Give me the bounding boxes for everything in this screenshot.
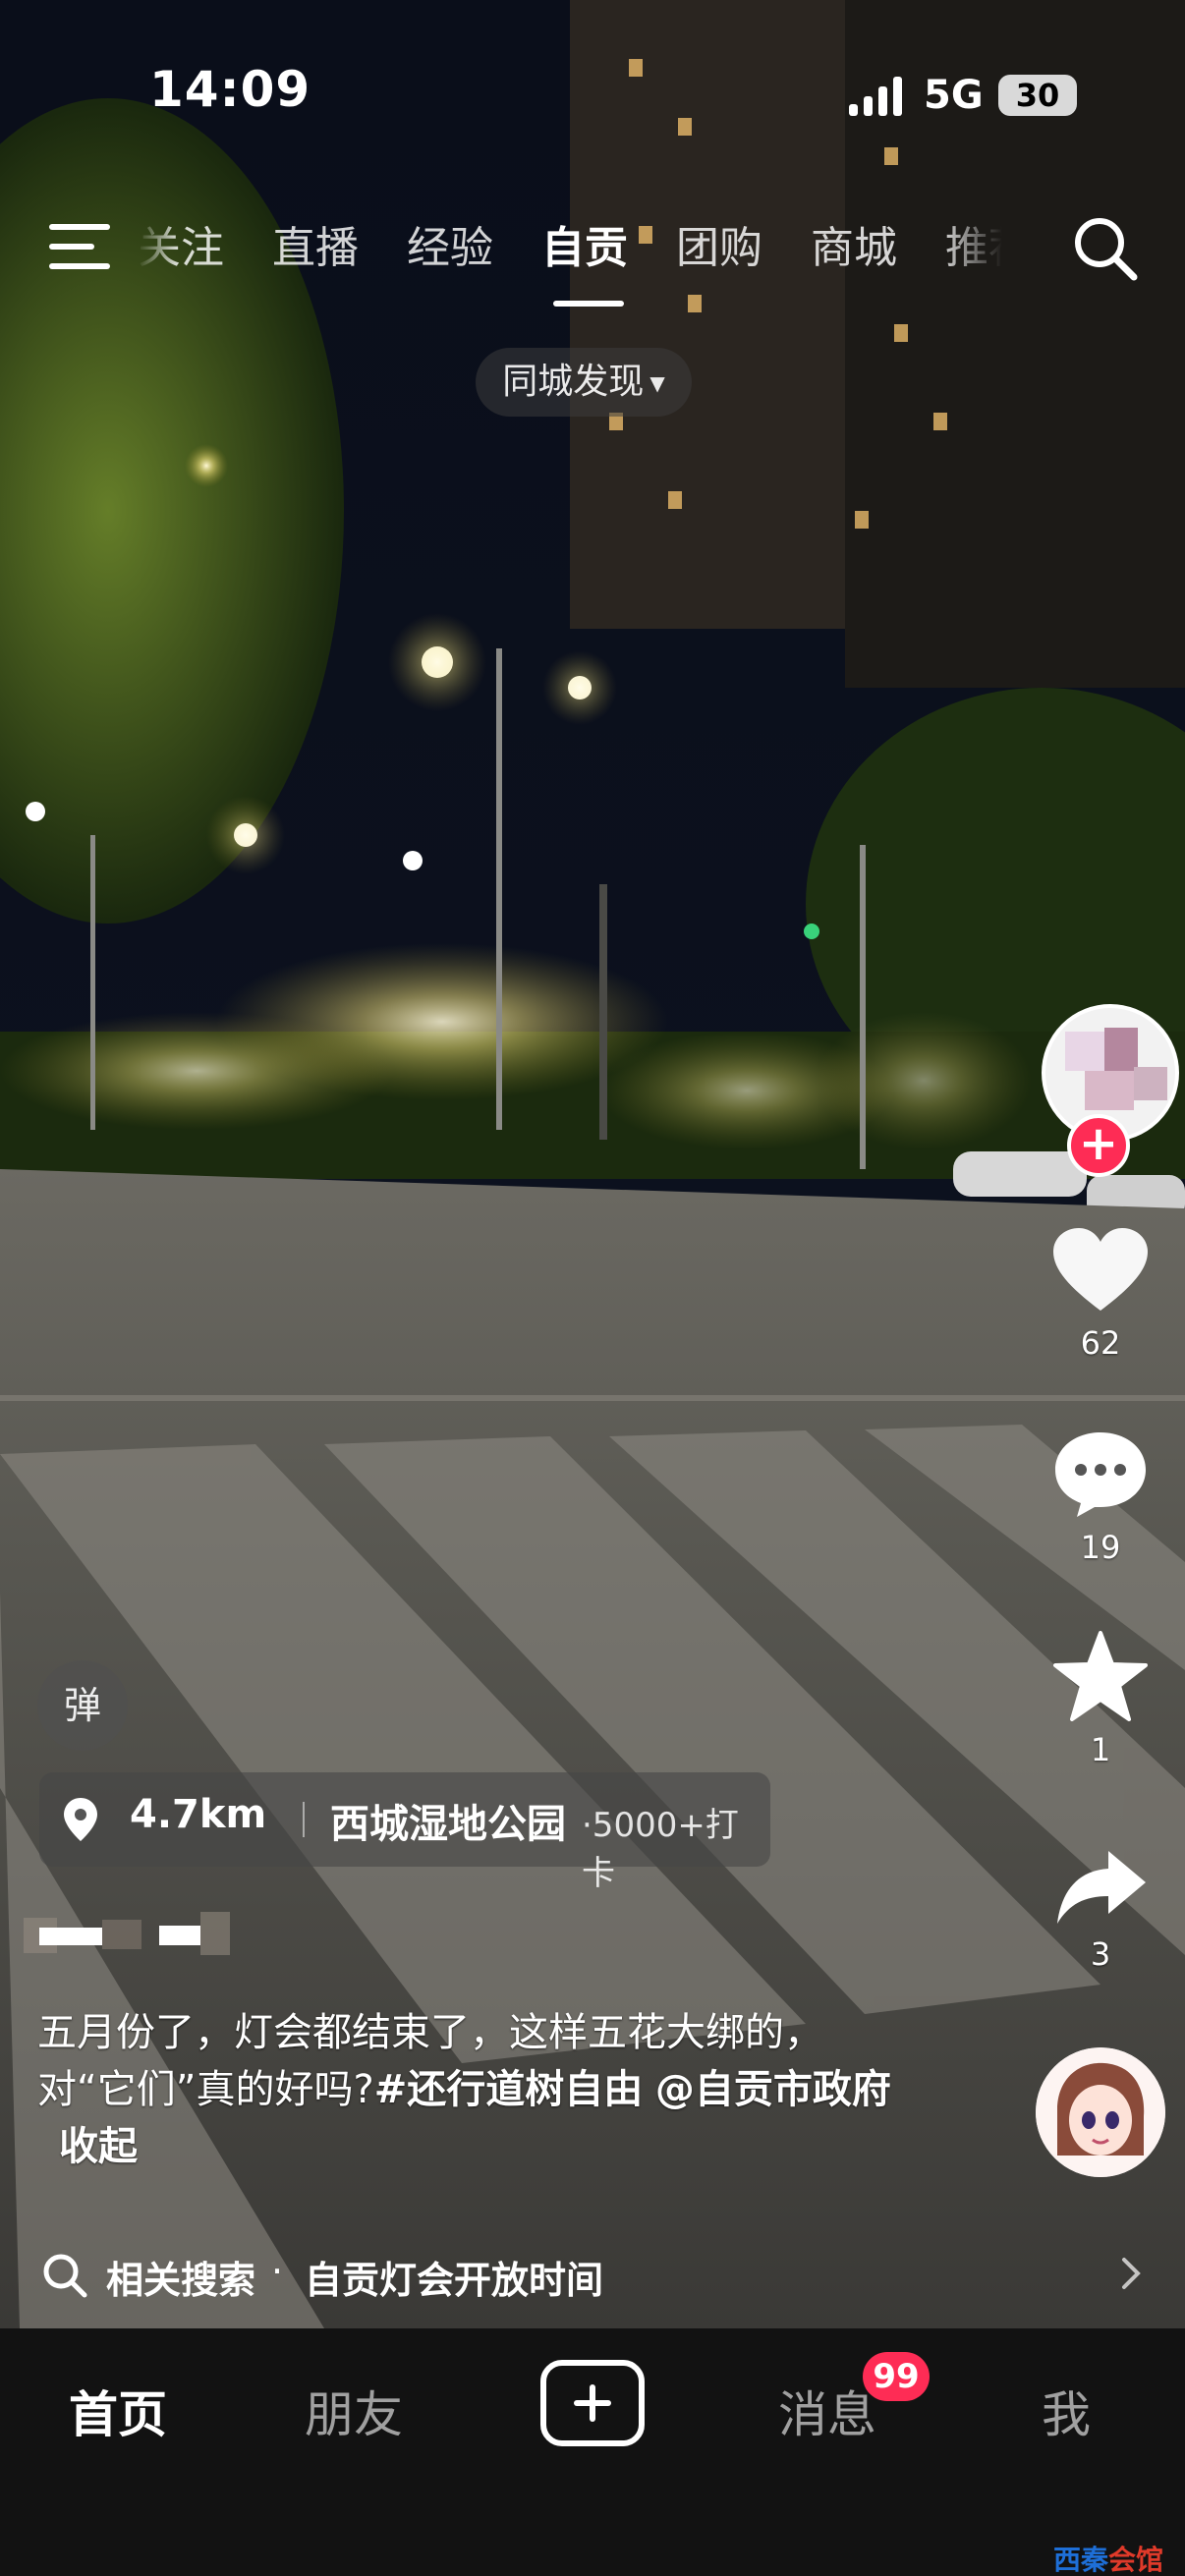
tab-friends[interactable]: 朋友 (305, 2376, 403, 2446)
location-checkins: ·5000+打卡 (582, 1806, 739, 1893)
danmu-label: 弹 (63, 1684, 101, 1727)
like-count: 62 (1080, 1324, 1121, 1362)
danmu-toggle-button[interactable]: 弹 (37, 1660, 128, 1751)
chevron-right-icon (1122, 2258, 1141, 2289)
network-type: 5G (924, 73, 984, 118)
caption-line-1: 五月份了，灯会都结束了，这样五花大绑的， (37, 2010, 823, 2055)
share-button[interactable]: 3 (1032, 1847, 1169, 1973)
watermark-part-b: 会馆 (1108, 2544, 1164, 2576)
comment-button[interactable]: 19 (1032, 1428, 1169, 1566)
caret-down-icon: ▼ (649, 371, 665, 395)
tab-local-city[interactable]: 自贡 (541, 214, 628, 283)
video-caption: 五月份了，灯会都结束了，这样五花大绑的， 对“它们”真的好吗?#还行道树自由 @… (37, 2004, 902, 2175)
like-button[interactable]: 62 (1032, 1226, 1169, 1362)
comment-icon (1055, 1432, 1146, 1517)
battery-level: 30 (1015, 77, 1060, 114)
related-search-dot: · (271, 2250, 284, 2293)
star-icon (1053, 1631, 1148, 1721)
bottom-tab-bar: 首页 朋友 消息 99 我 (0, 2328, 1185, 2576)
city-discover-label: 同城发现 (502, 362, 645, 402)
caption-collapse-link[interactable]: 收起 (59, 2124, 138, 2169)
share-count: 3 (1090, 1935, 1111, 1973)
tab-home[interactable]: 首页 (69, 2376, 167, 2446)
caption-text: 对“它们”真的好吗? (37, 2067, 374, 2112)
city-discover-dropdown[interactable]: 同城发现 ▼ (476, 348, 692, 417)
location-tag[interactable]: 4.7km 西城湿地公园 ·5000+打卡 (39, 1772, 770, 1893)
location-divider (303, 1802, 305, 1837)
messages-badge: 99 (863, 2352, 930, 2401)
search-icon (43, 2254, 87, 2298)
menu-icon[interactable] (49, 222, 110, 271)
favorite-button[interactable]: 1 (1032, 1631, 1169, 1768)
location-pin-icon (64, 1798, 97, 1841)
tab-live[interactable]: 直播 (272, 214, 359, 283)
heart-icon (1053, 1228, 1148, 1311)
favorite-count: 1 (1090, 1731, 1111, 1768)
follow-button[interactable]: + (1067, 1114, 1130, 1177)
watermark: 西秦会馆 (1053, 2539, 1163, 2576)
tab-messages[interactable]: 消息 (778, 2376, 876, 2446)
status-time: 14:09 (149, 61, 311, 118)
share-icon (1057, 1851, 1146, 1924)
tab-me[interactable]: 我 (1042, 2376, 1091, 2446)
tab-mall[interactable]: 商城 (811, 214, 897, 283)
status-bar: 14:09 5G 30 (0, 0, 1185, 187)
signal-icon (849, 75, 906, 116)
active-tab-indicator (553, 301, 624, 307)
comment-count: 19 (1080, 1529, 1121, 1566)
music-disc-avatar[interactable] (1036, 2047, 1165, 2177)
tab-experience[interactable]: 经验 (407, 214, 493, 283)
related-search-query: 自贡灯会开放时间 (305, 2259, 604, 2302)
tab-group-buy[interactable]: 团购 (676, 214, 762, 283)
search-icon[interactable] (1071, 214, 1140, 283)
location-distance: 4.7km (130, 1792, 267, 1837)
tab-recommend[interactable]: 推荐 (945, 214, 1002, 283)
caption-line-2: 对“它们”真的好吗?#还行道树自由 @自贡市政府收起 (37, 2061, 902, 2175)
plus-icon: + (1078, 1116, 1119, 1171)
create-post-button[interactable] (540, 2360, 645, 2446)
tab-follow[interactable]: 关注 (138, 214, 224, 283)
top-nav-tabs: 关注直播经验自贡团购商城推荐 (138, 214, 1002, 283)
related-search-label: 相关搜索 (106, 2259, 256, 2302)
watermark-part-a: 西秦 (1053, 2544, 1109, 2576)
caption-mention[interactable]: @自贡市政府 (655, 2067, 891, 2112)
related-search-bar[interactable]: 相关搜索 · 自贡灯会开放时间 (0, 2224, 1185, 2323)
battery-icon: 30 (998, 75, 1077, 116)
author-name-blurred[interactable] (24, 1906, 230, 1961)
location-place-name: 西城湿地公园 (330, 1802, 566, 1847)
caption-hashtag[interactable]: #还行道树自由 (374, 2067, 644, 2112)
